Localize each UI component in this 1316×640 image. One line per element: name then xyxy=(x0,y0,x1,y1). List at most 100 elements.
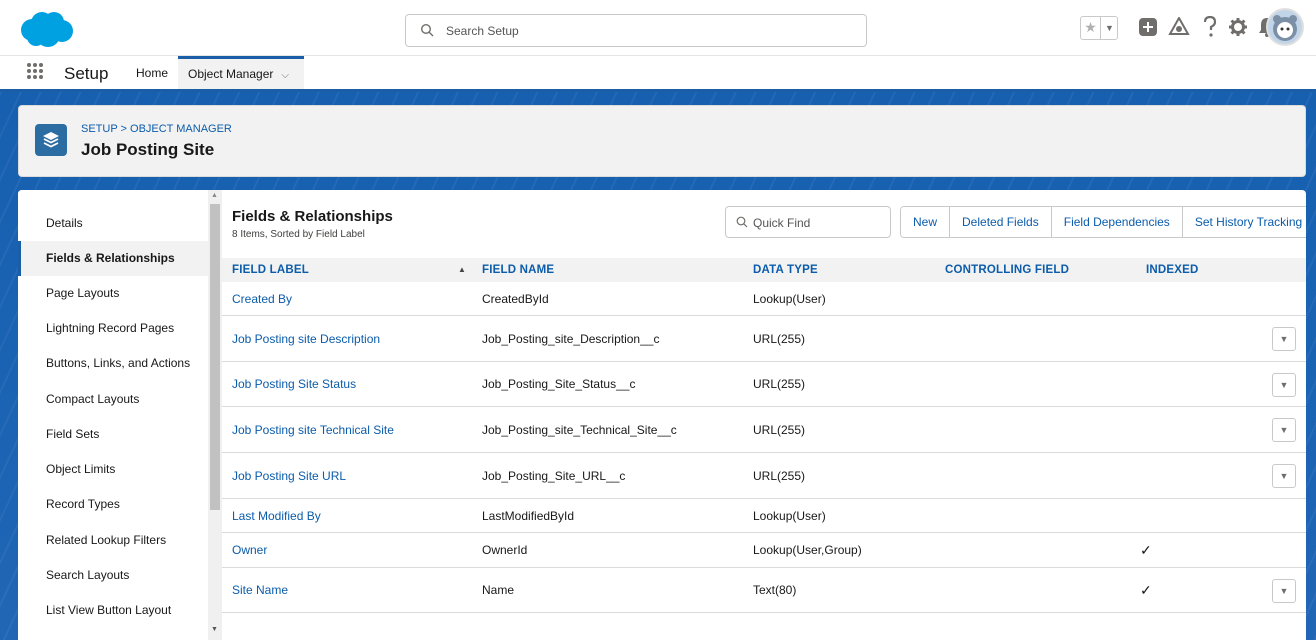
object-sidebar: Details Fields & Relationships Page Layo… xyxy=(18,190,208,640)
field-label-link[interactable]: Job Posting site Description xyxy=(232,316,380,362)
global-actions-icon[interactable] xyxy=(1138,17,1158,37)
scroll-up-arrow-icon[interactable]: ▲ xyxy=(211,192,218,199)
field-data-type: URL(255) xyxy=(753,423,806,437)
tab-object-manager-label: Object Manager xyxy=(188,67,274,81)
field-api-name: CreatedById xyxy=(482,292,549,306)
field-data-type: URL(255) xyxy=(753,377,806,391)
column-header-data-type[interactable]: DATA TYPE xyxy=(753,258,818,282)
column-header-field-name[interactable]: FIELD NAME xyxy=(482,258,554,282)
chevron-down-icon[interactable]: ⌵ xyxy=(281,70,289,81)
app-navigation-bar: Setup Home Object Manager ⌵ xyxy=(0,56,1316,92)
field-api-name: Job_Posting_Site_Status__c xyxy=(482,377,636,391)
fields-relationships-panel: Fields & Relationships 8 Items, Sorted b… xyxy=(222,190,1306,640)
page-header: SETUP > OBJECT MANAGER Job Posting Site xyxy=(18,105,1306,177)
field-api-name: Job_Posting_site_Technical_Site__c xyxy=(482,423,677,437)
object-detail-card: Details Fields & Relationships Page Layo… xyxy=(18,190,1306,640)
scroll-down-arrow-icon[interactable]: ▼ xyxy=(211,626,218,633)
salesforce-logo-icon[interactable] xyxy=(18,10,74,48)
column-header-field-label[interactable]: FIELD LABEL xyxy=(232,258,309,282)
row-actions-dropdown-icon[interactable]: ▼ xyxy=(1272,418,1296,442)
field-dependencies-button[interactable]: Field Dependencies xyxy=(1051,207,1183,237)
row-actions-dropdown-icon[interactable]: ▼ xyxy=(1272,327,1296,351)
table-row: Job Posting site Technical Site Job_Posti… xyxy=(222,407,1306,453)
action-button-group: New Deleted Fields Field Dependencies Se… xyxy=(900,206,1306,238)
quick-find-input[interactable] xyxy=(753,214,883,232)
sidebar-item-page-layouts[interactable]: Page Layouts xyxy=(18,276,208,311)
sidebar-item-compact-layouts[interactable]: Compact Layouts xyxy=(18,382,208,417)
setup-gear-icon[interactable] xyxy=(1228,17,1248,37)
scrollbar-thumb[interactable] xyxy=(210,204,220,510)
sidebar-item-list-view-button-layout[interactable]: List View Button Layout xyxy=(18,593,208,628)
sidebar-item-details[interactable]: Details xyxy=(18,206,208,241)
table-row: Job Posting Site Status Job_Posting_Site_… xyxy=(222,362,1306,407)
favorites-button-group: ★ ▼ xyxy=(1080,16,1118,40)
table-row: Site Name Name Text(80) ✓ ▼ xyxy=(222,568,1306,613)
search-setup-box[interactable] xyxy=(405,14,867,47)
trailhead-icon[interactable] xyxy=(1168,17,1190,37)
table-row: Job Posting site Description Job_Posting_… xyxy=(222,316,1306,362)
table-row: Owner OwnerId Lookup(User,Group) ✓ xyxy=(222,533,1306,568)
user-avatar[interactable] xyxy=(1266,8,1304,46)
field-label-link[interactable]: Job Posting Site URL xyxy=(232,453,346,499)
field-label-link[interactable]: Last Modified By xyxy=(232,499,321,533)
astro-avatar-icon xyxy=(1273,15,1297,41)
table-header: FIELD LABEL ▲ FIELD NAME DATA TYPE CONTR… xyxy=(222,258,1306,282)
field-api-name: Job_Posting_site_Description__c xyxy=(482,332,660,346)
favorites-dropdown-icon[interactable]: ▼ xyxy=(1101,17,1118,39)
section-subtitle: 8 Items, Sorted by Field Label xyxy=(232,229,365,240)
field-data-type: Lookup(User) xyxy=(753,509,826,523)
search-setup-input[interactable] xyxy=(446,21,846,41)
table-row: Last Modified By LastModifiedById Lookup(U… xyxy=(222,499,1306,533)
field-data-type: URL(255) xyxy=(753,332,806,346)
field-label-link[interactable]: Owner xyxy=(232,533,267,568)
field-api-name: Job_Posting_Site_URL__c xyxy=(482,469,626,483)
search-icon xyxy=(420,23,434,37)
tab-object-manager[interactable]: Object Manager ⌵ xyxy=(178,56,304,89)
sidebar-scrollbar[interactable]: ▲ ▼ xyxy=(208,190,222,640)
field-label-link[interactable]: Job Posting site Technical Site xyxy=(232,407,394,453)
global-header: ★ ▼ xyxy=(0,0,1316,56)
field-data-type: URL(255) xyxy=(753,469,806,483)
app-name: Setup xyxy=(64,64,109,83)
column-header-controlling-field[interactable]: CONTROLLING FIELD xyxy=(945,258,1069,282)
sort-ascending-icon[interactable]: ▲ xyxy=(458,258,466,282)
row-actions-dropdown-icon[interactable]: ▼ xyxy=(1272,464,1296,488)
row-actions-dropdown-icon[interactable]: ▼ xyxy=(1272,579,1296,603)
app-launcher-icon[interactable] xyxy=(26,62,44,80)
field-api-name: LastModifiedById xyxy=(482,509,575,523)
sidebar-item-field-sets[interactable]: Field Sets xyxy=(18,417,208,452)
table-row: Job Posting Site URL Job_Posting_Site_URL… xyxy=(222,453,1306,499)
set-history-tracking-button[interactable]: Set History Tracking xyxy=(1182,207,1306,237)
sidebar-item-object-limits[interactable]: Object Limits xyxy=(18,452,208,487)
tab-home[interactable]: Home xyxy=(126,56,178,89)
table-row: Created By CreatedById Lookup(User) xyxy=(222,282,1306,316)
field-data-type: Lookup(User,Group) xyxy=(753,543,862,557)
sidebar-item-fields-relationships[interactable]: Fields & Relationships xyxy=(18,241,208,276)
field-api-name: Name xyxy=(482,583,515,597)
field-label-link[interactable]: Created By xyxy=(232,282,292,316)
object-layers-icon xyxy=(35,124,67,156)
row-actions-dropdown-icon[interactable]: ▼ xyxy=(1272,373,1296,397)
sidebar-item-search-layouts[interactable]: Search Layouts xyxy=(18,558,208,593)
indexed-checkmark-icon: ✓ xyxy=(1140,542,1152,558)
field-label-link[interactable]: Site Name xyxy=(232,568,288,613)
deleted-fields-button[interactable]: Deleted Fields xyxy=(950,207,1052,237)
new-button[interactable]: New xyxy=(901,207,951,237)
quick-find-box[interactable] xyxy=(725,206,891,238)
column-header-indexed[interactable]: INDEXED xyxy=(1146,258,1199,282)
help-icon[interactable] xyxy=(1202,16,1218,38)
field-data-type: Lookup(User) xyxy=(753,292,826,306)
section-title: Fields & Relationships xyxy=(232,208,393,225)
favorites-star-icon[interactable]: ★ xyxy=(1081,17,1101,39)
sidebar-item-related-lookup-filters[interactable]: Related Lookup Filters xyxy=(18,523,208,558)
sidebar-item-buttons-links-actions[interactable]: Buttons, Links, and Actions xyxy=(18,346,208,381)
sidebar-item-record-types[interactable]: Record Types xyxy=(18,487,208,522)
sidebar-item-lightning-record-pages[interactable]: Lightning Record Pages xyxy=(18,311,208,346)
breadcrumb[interactable]: SETUP > OBJECT MANAGER xyxy=(81,123,232,135)
field-label-link[interactable]: Job Posting Site Status xyxy=(232,362,356,407)
page-title: Job Posting Site xyxy=(81,140,215,159)
search-icon xyxy=(736,216,748,228)
field-data-type: Text(80) xyxy=(753,583,797,597)
field-api-name: OwnerId xyxy=(482,543,528,557)
indexed-checkmark-icon: ✓ xyxy=(1140,582,1152,598)
